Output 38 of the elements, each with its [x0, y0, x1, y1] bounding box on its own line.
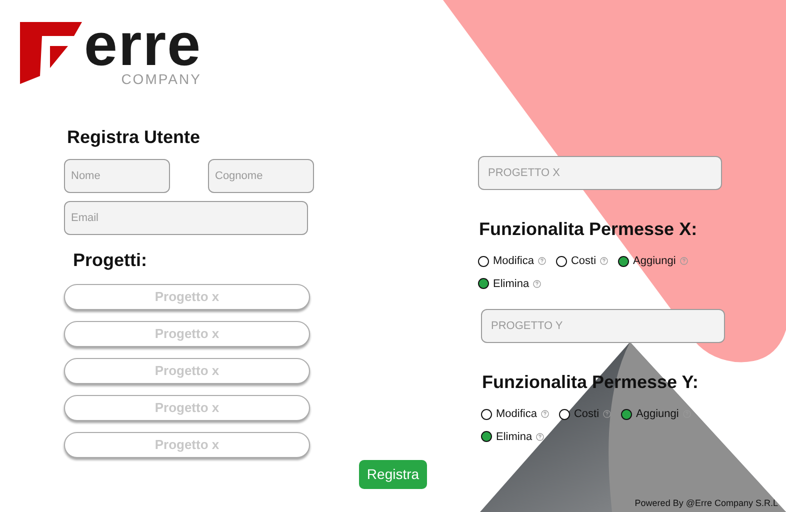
footer-text: Powered By @Erre Company S.R.L	[634, 496, 778, 510]
project-button[interactable]: Progetto x	[64, 358, 310, 384]
radio-button[interactable]	[558, 408, 570, 420]
section-title: Funzionalita Permesse X:	[479, 218, 698, 241]
section-title: Progetti:	[73, 249, 148, 272]
option-label: Aggiungi	[636, 407, 679, 422]
logo-icon	[20, 20, 82, 84]
project-field[interactable]: PROGETTO X	[478, 156, 722, 190]
project-button[interactable]: Progetto x	[64, 395, 310, 421]
help-icon[interactable]	[600, 257, 608, 266]
help-icon[interactable]	[533, 280, 542, 288]
email-field[interactable]: Email	[64, 201, 308, 235]
last-name-field[interactable]: Cognome	[208, 159, 314, 193]
radio-button[interactable]	[481, 431, 492, 442]
radio-button[interactable]	[556, 256, 567, 267]
radio-button[interactable]	[618, 256, 630, 267]
form-title: Registra Utente	[67, 126, 202, 149]
help-icon[interactable]	[538, 257, 546, 266]
radio-button[interactable]	[481, 408, 492, 420]
option-label: Modifica	[493, 254, 534, 269]
project-field[interactable]: PROGETTO Y	[481, 309, 725, 343]
project-button[interactable]: Progetto x	[64, 432, 310, 458]
project-button[interactable]: Progetto x	[64, 284, 310, 310]
option-label: Elimina	[493, 276, 530, 292]
option-label: Elimina	[496, 430, 532, 444]
option-label: Costi	[574, 407, 600, 422]
project-button[interactable]: Progetto x	[64, 321, 310, 347]
logo-wordmark: erre	[84, 20, 202, 70]
help-icon[interactable]	[540, 410, 549, 418]
option-label: Modifica	[496, 407, 537, 422]
register-button[interactable]: Registra	[358, 460, 428, 489]
radio-button[interactable]	[478, 278, 489, 290]
logo-subtitle: COMPANY	[121, 72, 202, 86]
radio-button[interactable]	[478, 256, 489, 267]
option-label: Costi	[570, 254, 596, 269]
help-icon[interactable]	[536, 432, 544, 441]
option-label: Aggiungi	[633, 254, 676, 269]
first-name-field[interactable]: Nome	[64, 159, 170, 193]
